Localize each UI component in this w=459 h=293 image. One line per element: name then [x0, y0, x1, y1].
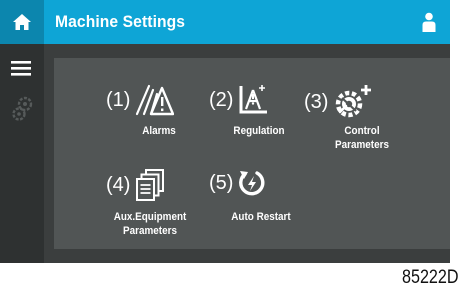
- auto-restart-icon: [239, 171, 265, 196]
- gears-icon[interactable]: [12, 96, 34, 127]
- control-parameters-tile[interactable]: (3): [304, 84, 374, 120]
- settings-panel: (1) Alarms (2) Regulation (3) Control Pa…: [54, 58, 450, 249]
- control-parameters-label-line2: Parameters: [335, 139, 389, 151]
- regulation-number: (2): [209, 89, 234, 111]
- alarms-label: Alarms: [142, 125, 176, 137]
- control-parameters-number: (3): [304, 91, 329, 113]
- regulation-icon: [239, 85, 268, 114]
- home-icon: [13, 14, 31, 30]
- regulation-tile[interactable]: (2): [209, 84, 269, 116]
- alarm-triangle-icon: [136, 84, 175, 116]
- page-title: Machine Settings: [55, 12, 186, 31]
- home-button[interactable]: [0, 0, 44, 44]
- sidebar: [0, 44, 44, 263]
- auto-restart-number: (5): [209, 172, 234, 194]
- gear-plus-icon: [336, 85, 372, 118]
- user-icon[interactable]: [422, 12, 436, 37]
- control-parameters-label-line1: Control: [344, 125, 380, 137]
- top-bar: Machine Settings: [0, 0, 450, 44]
- control-parameters-label: Control Parameters: [326, 124, 398, 152]
- stacked-documents-icon: [136, 169, 165, 201]
- aux-equipment-label-line2: Parameters: [123, 225, 177, 237]
- menu-icon[interactable]: [11, 60, 31, 81]
- auto-restart-tile[interactable]: (5): [209, 168, 267, 198]
- aux-equipment-number: (4): [106, 174, 131, 196]
- controller-screen: Machine Settings (1) Alarms (2) Regulati…: [0, 0, 450, 263]
- document-id: 85222D: [402, 267, 459, 288]
- regulation-label: Regulation: [233, 125, 285, 137]
- auto-restart-label: Auto Restart: [231, 211, 291, 223]
- aux-equipment-tile[interactable]: (4): [106, 168, 166, 202]
- aux-equipment-label-line1: Aux.Equipment: [113, 211, 187, 223]
- aux-equipment-label: Aux.Equipment Parameters: [107, 210, 193, 238]
- alarms-number: (1): [106, 89, 131, 111]
- alarms-tile[interactable]: (1): [106, 84, 175, 116]
